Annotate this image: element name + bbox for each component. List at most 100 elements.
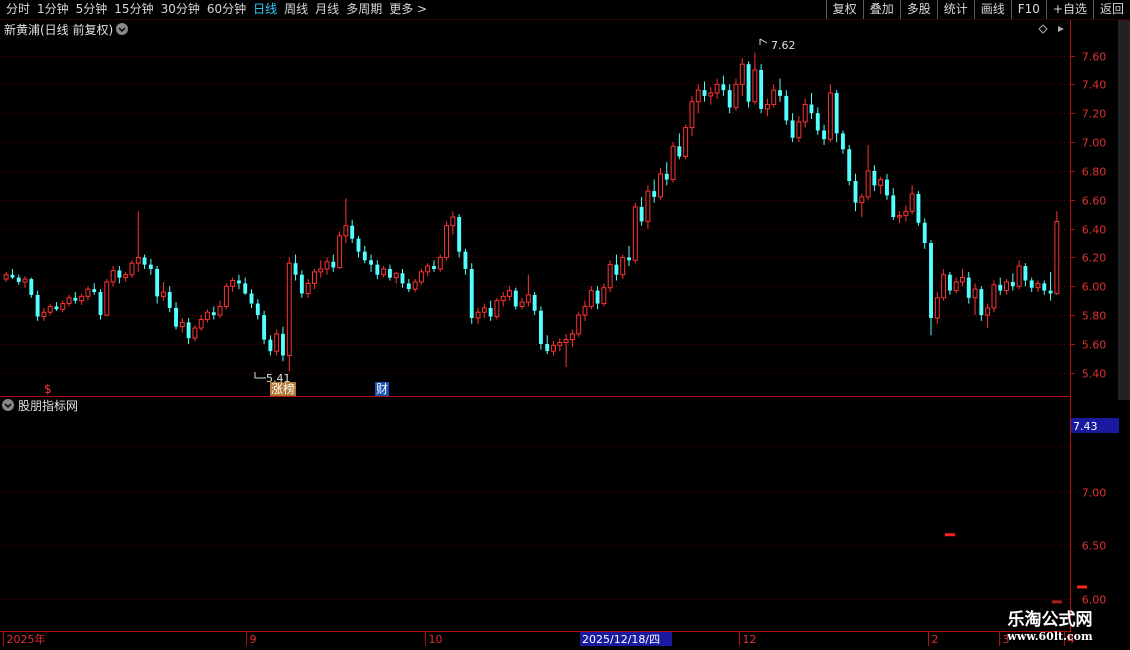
price-tick-label: 7.20 — [1082, 108, 1107, 121]
candle-body-down — [10, 274, 15, 278]
candle-body-down — [211, 312, 216, 316]
finance-badge[interactable]: 财 — [375, 382, 390, 396]
candle-body-up — [85, 288, 91, 297]
diamond-icon[interactable] — [1038, 24, 1048, 34]
candle-body-up — [192, 327, 198, 339]
candle-body-down — [790, 120, 795, 138]
candle-body-up — [576, 314, 582, 335]
price-tick-label: 7.40 — [1082, 79, 1107, 92]
candle-body-up — [557, 342, 563, 346]
time-axis: 2025年9101112234 — [3, 632, 1075, 646]
candle-body-up — [66, 297, 72, 305]
price-tick-label: 6.80 — [1082, 166, 1107, 179]
candle-body-up — [934, 297, 940, 319]
candle-body-down — [840, 133, 845, 150]
candle-body-up — [620, 256, 626, 276]
indicator-dropdown-icon[interactable] — [2, 399, 14, 411]
play-icon[interactable] — [1058, 26, 1064, 32]
candle-body-down — [432, 266, 436, 269]
candle-body-down — [872, 170, 877, 186]
cursor-date: 2025/12/18/四 — [582, 633, 660, 646]
candle-body-up — [752, 69, 758, 103]
candle-body-down — [891, 195, 896, 218]
candle-body-up — [3, 274, 9, 280]
candle-body-up — [897, 215, 903, 218]
time-axis-label: 12 — [743, 633, 757, 646]
candle-body-down — [92, 289, 97, 293]
candle-body-up — [129, 262, 135, 276]
candle-body-down — [822, 130, 827, 140]
candle-body-down — [545, 343, 550, 352]
candle-body-up — [41, 311, 47, 318]
candle-body-up — [135, 256, 141, 264]
candle-body-up — [708, 92, 714, 97]
candle-body-down — [1029, 280, 1034, 288]
candle-body-down — [664, 173, 669, 180]
candle-body-up — [771, 89, 777, 106]
candle-body-down — [627, 257, 631, 261]
candle-body-up — [739, 63, 745, 85]
candle-body-up — [827, 92, 833, 140]
candle-body-up — [903, 210, 909, 217]
side-panel-strip[interactable] — [1118, 20, 1130, 400]
candle-body-up — [601, 287, 607, 305]
price-tick-label: 5.40 — [1082, 368, 1107, 381]
candle-body-up — [198, 318, 204, 329]
candle-body-down — [400, 273, 405, 284]
candle-body-up — [991, 284, 997, 309]
price-grid — [0, 56, 1070, 374]
watermark-title: 乐淘公式网 — [1007, 610, 1093, 630]
candle-body-down — [1023, 266, 1028, 281]
candle-body-down — [639, 206, 644, 222]
candle-body-down — [463, 251, 468, 269]
candle-body-down — [16, 277, 21, 282]
dividend-marker[interactable]: $ — [43, 382, 53, 396]
candle-body-down — [375, 264, 380, 275]
candle-body-up — [1054, 220, 1060, 294]
price-tick-label: 5.80 — [1082, 310, 1107, 323]
title-dropdown-icon[interactable] — [116, 23, 128, 35]
indicator-tick-label: 7.00 — [1082, 487, 1107, 500]
candle-body-up — [569, 333, 575, 341]
candle-body-down — [727, 90, 732, 108]
candle-body-up — [632, 206, 638, 261]
time-axis-label: 9 — [250, 633, 257, 646]
candle-body-down — [595, 290, 600, 304]
limit-list-badge[interactable]: 涨榜 — [270, 382, 297, 396]
candle-body-down — [174, 307, 178, 327]
candle-body-down — [148, 264, 153, 269]
candle-body-up — [953, 281, 959, 292]
indicator-current-value: 7.43 — [1073, 420, 1098, 433]
candle-body-down — [778, 90, 782, 96]
time-axis-label: 2 — [932, 633, 939, 646]
candle-body-down — [929, 243, 933, 318]
candle-body-up — [1004, 281, 1009, 292]
candle-body-down — [186, 322, 191, 339]
candle-body-up — [909, 193, 915, 212]
candle-body-down — [834, 93, 839, 134]
candle-body-up — [343, 225, 349, 237]
candle-body-up — [230, 279, 236, 287]
chart-canvas[interactable]: 7.60 7.40 7.20 7.00 6.80 6.60 6.40 6.20 6.00 5.80… — [0, 0, 1130, 650]
candle-body-up — [324, 261, 330, 270]
candle-body-up — [217, 305, 223, 316]
candle-body-down — [853, 180, 858, 203]
candle-body-down — [885, 179, 889, 196]
candle-body-up — [425, 265, 431, 273]
price-tick-label: 6.40 — [1082, 224, 1107, 237]
candle-body-down — [98, 292, 103, 316]
candle-body-down — [815, 113, 820, 131]
indicator-grid — [0, 446, 1070, 600]
candle-body-up — [796, 121, 802, 139]
watermark-url: www.60lt.com — [1007, 630, 1093, 643]
candle-body-down — [73, 297, 78, 301]
candle-body-down — [331, 261, 336, 268]
candle-body-up — [695, 89, 701, 103]
candle-body-down — [142, 257, 147, 265]
candle-body-down — [281, 333, 285, 356]
candle-body-down — [759, 69, 764, 109]
price-tick-label: 6.60 — [1082, 195, 1107, 208]
candle-body-down — [614, 264, 619, 275]
candle-body-up — [110, 269, 116, 283]
candle-body-up — [104, 281, 110, 316]
